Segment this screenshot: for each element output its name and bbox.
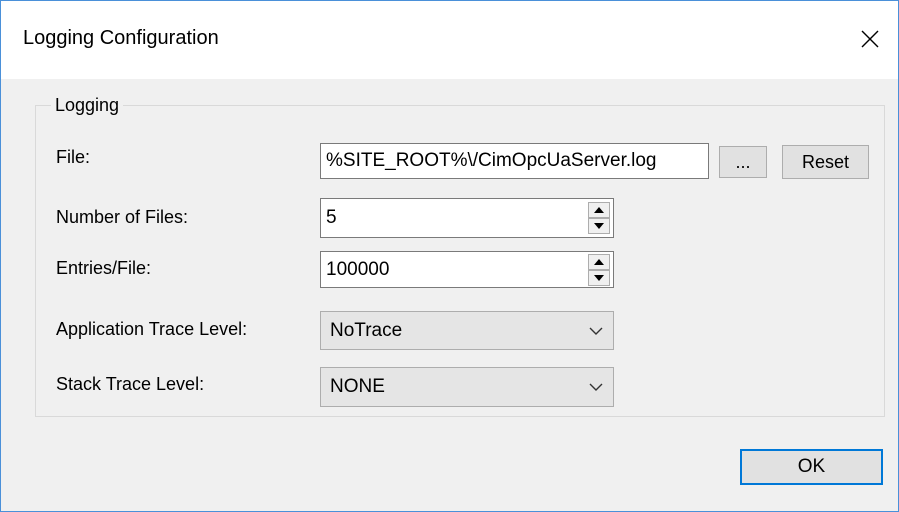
chevron-down-icon — [589, 368, 603, 406]
spin-down-icon — [594, 223, 604, 229]
entries-per-file-value: 100000 — [326, 258, 390, 280]
close-icon — [861, 30, 879, 48]
stack-trace-level-value: NONE — [330, 376, 385, 397]
reset-button[interactable]: Reset — [782, 145, 869, 179]
spin-up-icon — [594, 259, 604, 265]
spin-down-button[interactable] — [588, 218, 610, 234]
entries-per-file-spinner[interactable] — [588, 254, 610, 286]
file-path-input[interactable]: %SITE_ROOT%\/CimOpcUaServer.log — [320, 143, 709, 179]
spin-up-icon — [594, 207, 604, 213]
spin-down-icon — [594, 275, 604, 281]
number-of-files-label: Number of Files: — [56, 207, 189, 227]
title-bar: Logging Configuration — [1, 1, 898, 79]
close-button[interactable] — [850, 15, 890, 63]
chevron-down-icon — [589, 312, 603, 349]
spin-up-button[interactable] — [588, 202, 610, 218]
dialog-window: Logging Configuration Logging File: %SIT… — [0, 0, 899, 512]
entries-per-file-label: Entries/File: — [56, 258, 152, 278]
stack-trace-level-label: Stack Trace Level: — [56, 374, 205, 394]
spin-down-button[interactable] — [588, 270, 610, 286]
ok-button[interactable]: OK — [740, 449, 883, 485]
number-of-files-value: 5 — [326, 207, 337, 228]
application-trace-level-select[interactable]: NoTrace — [320, 311, 614, 350]
browse-button[interactable]: ... — [719, 146, 767, 178]
application-trace-level-label: Application Trace Level: — [56, 319, 248, 339]
spin-up-button[interactable] — [588, 254, 610, 270]
number-of-files-input[interactable]: 5 — [320, 198, 614, 238]
file-label: File: — [56, 147, 91, 167]
application-trace-level-value: NoTrace — [330, 319, 403, 341]
number-of-files-spinner[interactable] — [588, 202, 610, 234]
stack-trace-level-select[interactable]: NONE — [320, 367, 614, 407]
window-title: Logging Configuration — [23, 27, 219, 49]
logging-group-legend: Logging — [51, 95, 124, 116]
entries-per-file-input[interactable]: 100000 — [320, 251, 614, 288]
